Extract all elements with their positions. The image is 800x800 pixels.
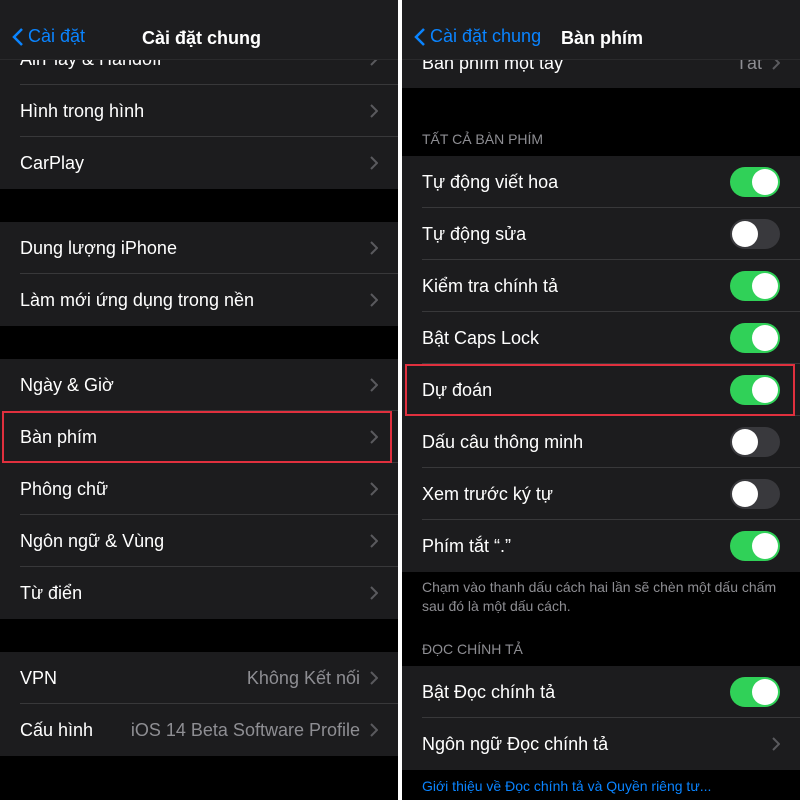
toggle-row[interactable]: Xem trước ký tự bbox=[402, 468, 800, 520]
page-title: Cài đặt chung bbox=[142, 28, 262, 48]
toggle-switch[interactable] bbox=[730, 427, 780, 457]
row-label: Bật Caps Lock bbox=[422, 327, 540, 348]
toggle-switch[interactable] bbox=[730, 677, 780, 707]
settings-row[interactable]: Làm mới ứng dụng trong nền bbox=[0, 274, 398, 326]
section-header: TẤT CẢ BÀN PHÍM bbox=[422, 131, 544, 147]
toggle-knob bbox=[752, 679, 778, 705]
chevron-right-icon bbox=[370, 378, 378, 392]
settings-row[interactable]: Từ điển bbox=[0, 567, 398, 619]
back-button[interactable]: Cài đặt chung bbox=[414, 26, 541, 47]
dictation-language-row[interactable]: Ngôn ngữ Đọc chính tả bbox=[402, 718, 800, 770]
toggle-row[interactable]: Tự động sửa bbox=[402, 208, 800, 260]
toggle-row[interactable]: Phím tắt “.” bbox=[402, 520, 800, 572]
toggle-switch[interactable] bbox=[730, 479, 780, 509]
settings-row[interactable]: VPN Không Kết nối bbox=[0, 652, 398, 704]
toggle-row[interactable]: Dấu câu thông minh bbox=[402, 416, 800, 468]
toggle-knob bbox=[752, 325, 778, 351]
row-label: Làm mới ứng dụng trong nền bbox=[20, 289, 254, 310]
toggle-switch[interactable] bbox=[730, 167, 780, 197]
toggle-switch[interactable] bbox=[730, 219, 780, 249]
chevron-right-icon bbox=[772, 737, 780, 751]
chevron-left-icon bbox=[414, 27, 425, 46]
settings-row[interactable]: Phông chữ bbox=[0, 463, 398, 515]
toggle-knob bbox=[752, 273, 778, 299]
chevron-right-icon bbox=[370, 671, 378, 685]
settings-row[interactable]: Ngày & Giờ bbox=[0, 359, 398, 411]
row-label: Ngôn ngữ Đọc chính tả bbox=[422, 733, 609, 754]
toggle-switch[interactable] bbox=[730, 531, 780, 561]
nav-bar: Cài đặt Cài đặt chung bbox=[0, 0, 398, 60]
row-label: Cấu hình bbox=[20, 719, 94, 740]
toggle-row[interactable]: Kiểm tra chính tả bbox=[402, 260, 800, 312]
row-label: Từ điển bbox=[20, 582, 83, 603]
settings-row[interactable]: Cấu hình iOS 14 Beta Software Profile bbox=[0, 704, 398, 756]
row-label: Dấu câu thông minh bbox=[422, 431, 584, 452]
enable-dictation-row[interactable]: Bật Đọc chính tả bbox=[402, 666, 800, 718]
toggle-switch[interactable] bbox=[730, 323, 780, 353]
keyboard-settings-panel: Cài đặt chung Bàn phím Bàn phím một tay … bbox=[402, 0, 800, 800]
row-label: Phím tắt “.” bbox=[422, 535, 512, 556]
dictation-privacy-link[interactable]: Giới thiệu về Đọc chính tả và Quyền riên… bbox=[422, 778, 711, 794]
row-label: Ngày & Giờ bbox=[20, 374, 114, 395]
section-header: ĐỌC CHÍNH TẢ bbox=[422, 641, 523, 657]
nav-bar: Cài đặt chung Bàn phím bbox=[402, 0, 800, 60]
back-button[interactable]: Cài đặt bbox=[12, 26, 85, 47]
toggle-row[interactable]: Bật Caps Lock bbox=[402, 312, 800, 364]
chevron-right-icon bbox=[370, 482, 378, 496]
settings-row[interactable]: CarPlay bbox=[0, 137, 398, 189]
row-label: Bật Đọc chính tả bbox=[422, 681, 556, 702]
row-value: iOS 14 Beta Software Profile bbox=[130, 719, 360, 740]
chevron-right-icon bbox=[370, 293, 378, 307]
highlight-box bbox=[2, 411, 392, 463]
chevron-left-icon bbox=[12, 27, 23, 46]
row-label: Tự động sửa bbox=[422, 223, 527, 244]
back-label: Cài đặt bbox=[28, 26, 86, 46]
toggle-row[interactable]: Tự động viết hoa bbox=[402, 156, 800, 208]
toggle-knob bbox=[732, 481, 758, 507]
toggle-switch[interactable] bbox=[730, 271, 780, 301]
general-settings-panel: Cài đặt Cài đặt chung AirPlay & HandoffH… bbox=[0, 0, 398, 800]
row-label: CarPlay bbox=[20, 152, 85, 173]
toggle-knob bbox=[752, 169, 778, 195]
highlight-box bbox=[405, 364, 795, 416]
chevron-right-icon bbox=[370, 534, 378, 548]
row-label: Phông chữ bbox=[20, 478, 109, 499]
row-label: Xem trước ký tự bbox=[422, 483, 553, 504]
row-label: Tự động viết hoa bbox=[422, 171, 559, 192]
row-label: Dung lượng iPhone bbox=[20, 237, 177, 258]
row-label: VPN bbox=[20, 667, 58, 688]
settings-row[interactable]: Hình trong hình bbox=[0, 85, 398, 137]
row-label: Ngôn ngữ & Vùng bbox=[20, 530, 165, 551]
toggle-knob bbox=[732, 221, 758, 247]
toggle-knob bbox=[732, 429, 758, 455]
row-label: Kiểm tra chính tả bbox=[422, 275, 559, 296]
settings-row[interactable]: Dung lượng iPhone bbox=[0, 222, 398, 274]
chevron-right-icon bbox=[370, 586, 378, 600]
chevron-right-icon bbox=[370, 241, 378, 255]
chevron-right-icon bbox=[370, 104, 378, 118]
settings-row[interactable]: Ngôn ngữ & Vùng bbox=[0, 515, 398, 567]
section-footer: Chạm vào thanh dấu cách hai lần sẽ chèn … bbox=[422, 579, 777, 614]
toggle-knob bbox=[752, 533, 778, 559]
chevron-right-icon bbox=[370, 156, 378, 170]
row-label: Hình trong hình bbox=[20, 100, 145, 121]
chevron-right-icon bbox=[370, 723, 378, 737]
back-label: Cài đặt chung bbox=[430, 26, 542, 46]
page-title: Bàn phím bbox=[561, 28, 644, 48]
row-value: Không Kết nối bbox=[246, 667, 360, 688]
